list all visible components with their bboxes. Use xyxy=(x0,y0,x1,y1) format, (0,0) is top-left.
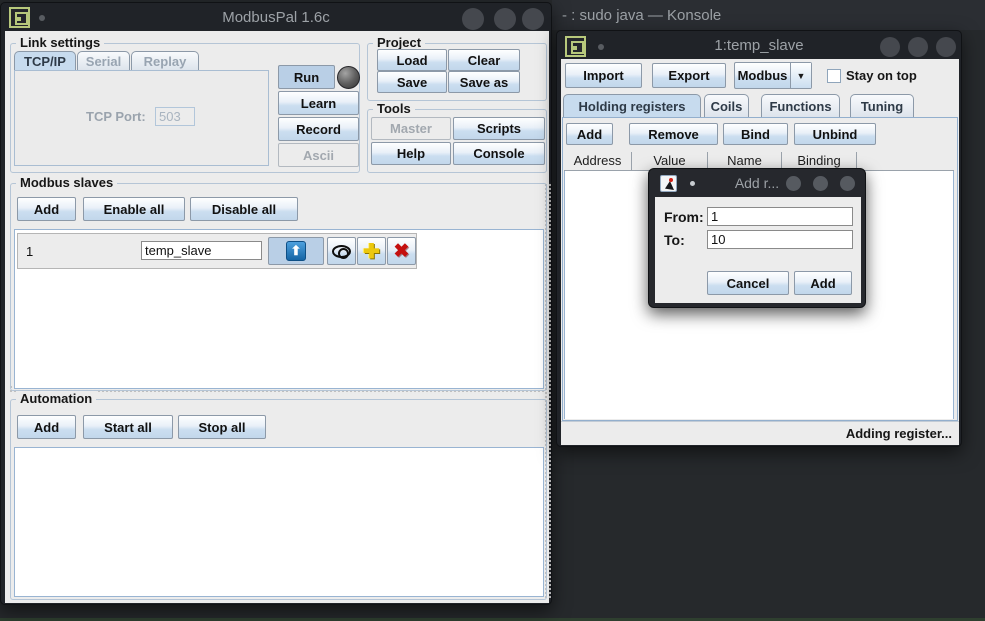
automation-title: Automation xyxy=(16,391,96,406)
run-toggle-button[interactable]: Run xyxy=(278,65,335,89)
column-header-address[interactable]: Address xyxy=(564,152,632,170)
tab-replay[interactable]: Replay xyxy=(131,51,199,70)
slave-id: 1 xyxy=(26,244,33,259)
load-button[interactable]: Load xyxy=(377,49,447,71)
slave-delete-button[interactable]: ✖ xyxy=(387,237,416,265)
slave-add-button[interactable]: Add xyxy=(17,197,76,221)
to-field[interactable] xyxy=(707,230,853,249)
scripts-button[interactable]: Scripts xyxy=(453,117,545,140)
tcp-port-label: TCP Port: xyxy=(86,109,146,124)
tab-holding-registers[interactable]: Holding registers xyxy=(563,94,701,117)
link-settings-title: Link settings xyxy=(16,35,104,50)
tab-coils[interactable]: Coils xyxy=(704,94,749,117)
register-remove-button[interactable]: Remove xyxy=(629,123,718,145)
modbus-combo[interactable]: Modbus ▼ xyxy=(734,62,812,89)
stay-on-top-label: Stay on top xyxy=(846,68,917,83)
stay-on-top-checkbox[interactable] xyxy=(827,69,841,83)
save-button[interactable]: Save xyxy=(377,71,447,93)
slave-name-field[interactable] xyxy=(141,241,262,260)
minimize-button[interactable] xyxy=(880,37,900,57)
learn-button[interactable]: Learn xyxy=(278,91,359,115)
master-button: Master xyxy=(371,117,451,140)
maximize-button[interactable] xyxy=(908,37,928,57)
stop-all-button[interactable]: Stop all xyxy=(178,415,266,439)
slave-duplicate-button[interactable]: ✚ xyxy=(357,237,386,265)
disable-all-button[interactable]: Disable all xyxy=(190,197,298,221)
automation-list xyxy=(14,447,544,597)
slave-enabled-toggle[interactable]: ⬆ xyxy=(268,237,324,265)
register-add-button[interactable]: Add xyxy=(566,123,613,145)
import-button[interactable]: Import xyxy=(565,63,642,88)
from-label: From: xyxy=(664,209,704,225)
minimize-button[interactable] xyxy=(786,176,801,191)
dialog-title: Add r... xyxy=(649,175,865,191)
tab-tcpip[interactable]: TCP/IP xyxy=(14,51,76,70)
record-button[interactable]: Record xyxy=(278,117,359,141)
register-bind-button[interactable]: Bind xyxy=(723,123,788,145)
register-unbind-button[interactable]: Unbind xyxy=(794,123,876,145)
dialog-add-button[interactable]: Add xyxy=(794,271,852,295)
modbuspal-window: ModbusPal 1.6c Link settings TCP/IP Seri… xyxy=(0,2,552,605)
automation-add-button[interactable]: Add xyxy=(17,415,76,439)
slave-row[interactable]: 1 ⬆ ✚ ✖ xyxy=(17,233,417,269)
maximize-button[interactable] xyxy=(813,176,828,191)
konsole-titlebar: - : sudo java — Konsole xyxy=(552,0,985,30)
start-all-button[interactable]: Start all xyxy=(83,415,173,439)
to-label: To: xyxy=(664,232,685,248)
status-bar: Adding register... xyxy=(561,421,959,445)
minimize-button[interactable] xyxy=(462,8,484,30)
ascii-button: Ascii xyxy=(278,143,359,167)
up-arrow-icon: ⬆ xyxy=(286,241,306,261)
dialog-cancel-button[interactable]: Cancel xyxy=(707,271,789,295)
project-title: Project xyxy=(373,35,425,50)
konsole-title: - : sudo java — Konsole xyxy=(562,7,721,24)
plus-icon: ✚ xyxy=(363,239,380,264)
close-button[interactable] xyxy=(936,37,956,57)
chevron-down-icon: ▼ xyxy=(790,63,811,88)
modbus-combo-value: Modbus xyxy=(735,68,790,83)
modbus-slaves-title: Modbus slaves xyxy=(16,175,117,190)
tab-functions[interactable]: Functions xyxy=(761,94,840,117)
tab-tuning[interactable]: Tuning xyxy=(850,94,914,117)
maximize-button[interactable] xyxy=(494,8,516,30)
red-x-icon: ✖ xyxy=(394,240,410,263)
slave-view-button[interactable] xyxy=(327,237,356,265)
status-text: Adding register... xyxy=(846,426,952,441)
eye-icon xyxy=(332,245,351,258)
console-button[interactable]: Console xyxy=(453,142,545,165)
add-register-dialog: Add r... From: To: Cancel Add xyxy=(648,168,866,308)
run-status-led-icon xyxy=(337,66,360,89)
export-button[interactable]: Export xyxy=(652,63,726,88)
clear-button[interactable]: Clear xyxy=(448,49,520,71)
tcp-port-field[interactable] xyxy=(155,107,195,126)
help-button[interactable]: Help xyxy=(371,142,451,165)
close-button[interactable] xyxy=(522,8,544,30)
from-field[interactable] xyxy=(707,207,853,226)
close-button[interactable] xyxy=(840,176,855,191)
slave-window-title: 1:temp_slave xyxy=(557,37,961,54)
tab-serial[interactable]: Serial xyxy=(77,51,130,70)
tools-title: Tools xyxy=(373,101,415,116)
dialog-content: From: To: Cancel Add xyxy=(655,197,861,303)
save-as-button[interactable]: Save as xyxy=(448,71,520,93)
enable-all-button[interactable]: Enable all xyxy=(83,197,185,221)
